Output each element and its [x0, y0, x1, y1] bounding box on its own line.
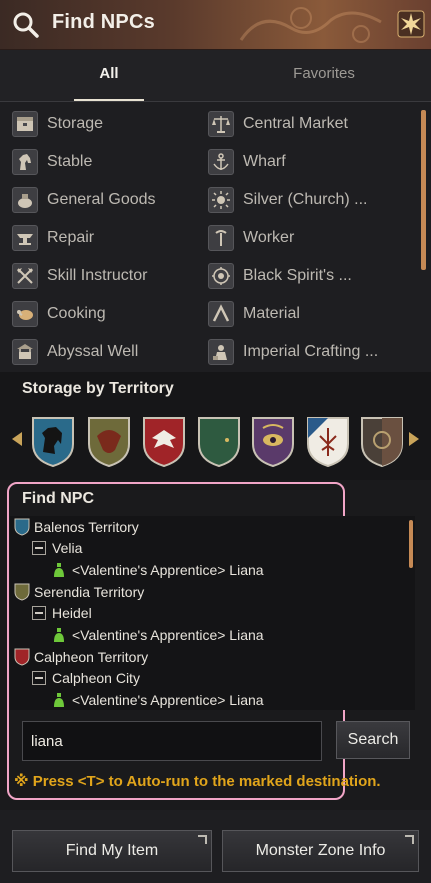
collapse-icon[interactable]: [32, 606, 46, 620]
well-icon: [12, 339, 38, 365]
tab-favorites[interactable]: Favorites: [262, 50, 386, 102]
tree-scrollbar[interactable]: [409, 520, 413, 568]
tree-territory-balenos[interactable]: Balenos Territory: [14, 516, 139, 538]
valencia-crest[interactable]: [251, 416, 295, 468]
tab-bar: All Favorites: [0, 50, 431, 102]
tree-town-velia[interactable]: Velia: [32, 537, 82, 559]
crossed-axes-icon: [12, 263, 38, 289]
black-spirit-icon: [208, 263, 234, 289]
find-my-item-button[interactable]: Find My Item: [12, 830, 212, 872]
serendia-shield-icon: [14, 583, 30, 601]
drieghan-crest[interactable]: [360, 416, 404, 468]
npc-item-abyssal-well[interactable]: Abyssal Well: [0, 333, 196, 371]
crest-prev-arrow-icon[interactable]: [12, 432, 22, 446]
npc-item-storage[interactable]: Storage: [0, 105, 196, 143]
anvil-icon: [12, 225, 38, 251]
tree-npc-liana-heidel[interactable]: <Valentine's Apprentice> Liana: [52, 624, 264, 646]
horse-icon: [12, 149, 38, 175]
find-npc-title: Find NPC: [22, 490, 94, 507]
goods-bag-icon: [12, 187, 38, 213]
roast-chicken-icon: [12, 301, 38, 327]
bottom-bar: Find My Item Monster Zone Info: [0, 810, 431, 883]
mediah-crest[interactable]: [197, 416, 241, 468]
tab-all[interactable]: All: [74, 50, 144, 102]
tree-territory-serendia[interactable]: Serendia Territory: [14, 581, 144, 603]
storage-icon: [12, 111, 38, 137]
tree-npc-liana-calpheon[interactable]: <Valentine's Apprentice> Liana: [52, 689, 264, 711]
npc-category-grid: Storage Stable General Goods Repair Skil…: [0, 102, 431, 372]
potion-marker-icon: [54, 563, 64, 577]
calpheon-crest[interactable]: [142, 416, 186, 468]
worker-pick-icon: [208, 225, 234, 251]
tree-town-heidel[interactable]: Heidel: [32, 602, 92, 624]
npc-item-stable[interactable]: Stable: [0, 143, 196, 181]
window-title: Find NPCs: [52, 11, 155, 33]
compass-star-icon[interactable]: [397, 10, 425, 38]
search-icon: [13, 12, 39, 38]
collapse-icon[interactable]: [32, 671, 46, 685]
auto-run-hint: ※ Press <T> to Auto-run to the marked de…: [14, 773, 381, 790]
npc-item-imperial-crafting[interactable]: Imperial Crafting ...: [196, 333, 416, 371]
npc-result-tree: Balenos Territory Velia <Valentine's App…: [10, 516, 415, 710]
imperial-crafting-icon: [208, 339, 234, 365]
npc-item-general-goods[interactable]: General Goods: [0, 181, 196, 219]
monster-zone-info-button[interactable]: Monster Zone Info: [222, 830, 419, 872]
balenos-crest[interactable]: [31, 416, 75, 468]
kamasylvia-crest[interactable]: [306, 416, 350, 468]
potion-marker-icon: [54, 693, 64, 707]
npc-item-silver-church[interactable]: Silver (Church) ...: [196, 181, 416, 219]
storage-by-territory: Storage by Territory: [0, 372, 431, 480]
tree-npc-liana-velia[interactable]: <Valentine's Apprentice> Liana: [52, 559, 264, 581]
npc-item-repair[interactable]: Repair: [0, 219, 196, 257]
anchor-icon: [208, 149, 234, 175]
npc-search-input[interactable]: [22, 721, 322, 761]
collapse-icon[interactable]: [32, 541, 46, 555]
npc-item-cooking[interactable]: Cooking: [0, 295, 196, 333]
npc-item-worker[interactable]: Worker: [196, 219, 416, 257]
npc-item-skill-instructor[interactable]: Skill Instructor: [0, 257, 196, 295]
tree-town-calpheon-city[interactable]: Calpheon City: [32, 667, 140, 689]
npc-item-black-spirit[interactable]: Black Spirit's ...: [196, 257, 416, 295]
tree-territory-calpheon[interactable]: Calpheon Territory: [14, 646, 148, 668]
potion-marker-icon: [54, 628, 64, 642]
title-bar: Find NPCs: [0, 0, 431, 50]
church-sun-icon: [208, 187, 234, 213]
find-npc-section: Find NPC Balenos Territory Velia <Valent…: [0, 480, 431, 810]
npc-item-central-market[interactable]: Central Market: [196, 105, 416, 143]
cloud-swirl-decoration: [239, 7, 382, 43]
search-button[interactable]: Search: [336, 721, 410, 759]
category-scrollbar[interactable]: [421, 110, 426, 270]
storage-by-territory-title: Storage by Territory: [22, 380, 174, 397]
calpheon-shield-icon: [14, 648, 30, 666]
npc-item-material[interactable]: Material: [196, 295, 416, 333]
material-icon: [208, 301, 234, 327]
npc-item-wharf[interactable]: Wharf: [196, 143, 416, 181]
serendia-crest[interactable]: [87, 416, 131, 468]
balenos-shield-icon: [14, 518, 30, 536]
scales-icon: [208, 111, 234, 137]
crest-next-arrow-icon[interactable]: [409, 432, 419, 446]
